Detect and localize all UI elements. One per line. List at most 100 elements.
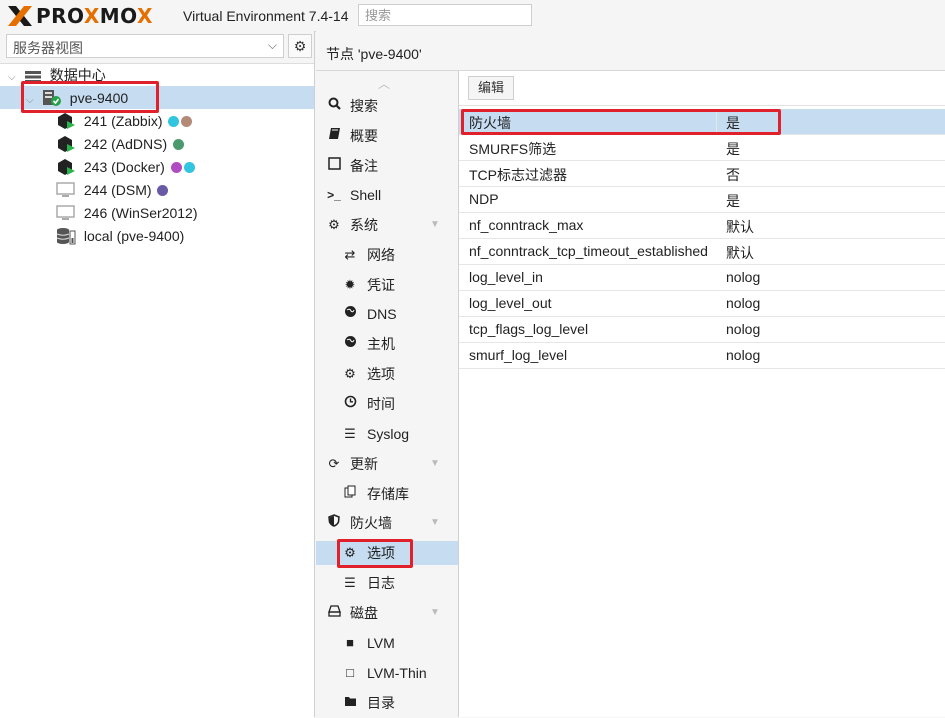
property-value: nolog (726, 269, 761, 285)
tag-dot (183, 162, 195, 173)
gear-icon: ⚙ (344, 545, 356, 560)
property-key: NDP (469, 191, 499, 207)
property-key: 防火墙 (469, 115, 511, 131)
clock-icon (342, 392, 358, 416)
list-icon: ☰ (344, 426, 356, 441)
nav-item-certificates[interactable]: ✹ 凭证 (316, 273, 458, 297)
nav-item-time[interactable]: 时间 (316, 392, 458, 416)
resource-tree-panel: 服务器视图 ⌵ ⚙ ⌵ 数据中心 ⌵ pve-9400 241 (Zabbix)… (0, 31, 315, 718)
property-key: tcp_flags_log_level (469, 321, 589, 337)
edit-button[interactable]: 编辑 (468, 76, 515, 100)
group-collapse-chevron-icon[interactable]: ▼ (430, 601, 440, 625)
property-row[interactable]: smurf_log_level nolog (459, 343, 945, 369)
vm-stopped-monitor-icon (56, 182, 75, 197)
view-settings-gear-icon[interactable]: ⚙ (288, 34, 312, 58)
property-row[interactable]: nf_conntrack_tcp_timeout_established 默认 (459, 239, 945, 265)
nav-item-dns[interactable]: DNS (316, 302, 458, 326)
nav-item-label: Shell (350, 187, 382, 203)
property-value: 默认 (726, 245, 754, 261)
global-search-input[interactable] (358, 4, 532, 26)
nav-item-label: DNS (367, 306, 397, 322)
group-collapse-chevron-icon[interactable]: ▼ (430, 511, 440, 535)
tree-item-vm-244[interactable]: 244 (DSM) (56, 179, 169, 201)
tag-dot (157, 185, 169, 196)
tree-item-storage[interactable]: local (pve-9400) (56, 225, 184, 247)
nav-item-label: 主机 (367, 336, 395, 352)
nav-item-search[interactable]: 搜索 (316, 94, 458, 118)
nav-item-lvm[interactable]: ■ LVM (316, 631, 458, 655)
property-row[interactable]: log_level_out nolog (459, 291, 945, 317)
property-row[interactable]: TCP标志过滤器 否 (459, 161, 945, 187)
logo-text: PROXMOX (36, 4, 153, 28)
property-row[interactable]: nf_conntrack_max 默认 (459, 213, 945, 239)
property-row[interactable]: log_level_in nolog (459, 265, 945, 291)
nav-item-label: 备注 (350, 158, 378, 174)
nav-item-label: 网络 (367, 247, 395, 263)
nav-item-label: 搜索 (350, 98, 378, 114)
tree-item-vm-242[interactable]: 242 (AdDNS) (56, 133, 185, 155)
vm-running-icon (58, 159, 75, 175)
tree-item-label: 244 (DSM) (83, 182, 152, 198)
nav-item-system[interactable]: ⚙ 系统 ▼ (316, 213, 458, 237)
property-key: nf_conntrack_tcp_timeout_established (469, 243, 708, 259)
nav-item-system-options[interactable]: ⚙ 选项 (316, 362, 458, 386)
tree-item-vm-243[interactable]: 243 (Docker) (56, 156, 195, 178)
property-row-firewall[interactable]: 防火墙 是 (459, 109, 945, 135)
nav-item-network[interactable]: ⇄ 网络 (316, 243, 458, 267)
proxmox-logo[interactable]: PROXMOX (6, 4, 153, 28)
property-row[interactable]: SMURFS筛选 是 (459, 135, 945, 161)
nav-item-disks[interactable]: 磁盘 ▼ (316, 601, 458, 625)
nav-item-hosts[interactable]: 主机 (316, 332, 458, 356)
nav-item-label: 更新 (350, 456, 378, 472)
property-row[interactable]: NDP 是 (459, 187, 945, 213)
nav-item-label: 目录 (367, 695, 395, 711)
globe-icon (342, 302, 358, 326)
nav-item-label: 日志 (367, 575, 395, 591)
nav-item-notes[interactable]: 备注 (316, 154, 458, 178)
collapse-chevron-icon[interactable]: ⌵ (26, 90, 38, 112)
hdd-icon (326, 601, 342, 625)
nav-item-summary[interactable]: 概要 (316, 124, 458, 148)
nav-item-label: 存储库 (367, 486, 409, 502)
nav-item-label: 防火墙 (350, 515, 392, 531)
group-collapse-chevron-icon[interactable]: ▼ (430, 213, 440, 237)
tree-item-vm-246[interactable]: 246 (WinSer2012) (56, 202, 198, 224)
tree-item-label: 241 (Zabbix) (83, 113, 163, 129)
nav-item-label: 选项 (367, 545, 395, 561)
property-key: smurf_log_level (469, 347, 568, 363)
node-online-icon (42, 90, 61, 106)
view-selector[interactable]: 服务器视图 ⌵ (6, 34, 284, 58)
nav-item-shell[interactable]: >_ Shell (316, 183, 458, 207)
tree-item-node[interactable]: ⌵ pve-9400 (26, 87, 128, 109)
nav-item-firewall-options[interactable]: ⚙ 选项 (316, 541, 458, 565)
nav-item-firewall-log[interactable]: ☰ 日志 (316, 571, 458, 595)
nav-item-updates[interactable]: ⟳ 更新 ▼ (316, 452, 458, 476)
group-collapse-chevron-icon[interactable]: ▼ (430, 452, 440, 476)
property-value: 是 (726, 141, 740, 157)
nav-item-firewall[interactable]: 防火墙 ▼ (316, 511, 458, 535)
nav-item-label: 磁盘 (350, 605, 378, 621)
version-label: Virtual Environment 7.4-14 (183, 8, 349, 24)
tree-item-vm-241[interactable]: 241 (Zabbix) (56, 110, 193, 132)
nav-item-repositories[interactable]: 存储库 (316, 482, 458, 506)
scroll-up-icon[interactable]: ︿ (378, 75, 390, 92)
toolbar-divider (459, 105, 945, 106)
nav-item-label: 凭证 (367, 277, 395, 293)
resource-tree: ⌵ 数据中心 ⌵ pve-9400 241 (Zabbix) 242 (AdDN… (0, 63, 314, 718)
tree-item-datacenter[interactable]: ⌵ 数据中心 (8, 64, 106, 86)
nav-item-syslog[interactable]: ☰ Syslog (316, 422, 458, 446)
property-row[interactable]: tcp_flags_log_level nolog (459, 317, 945, 343)
exchange-icon: ⇄ (344, 247, 356, 262)
tag-dot (173, 139, 185, 150)
nav-item-directory[interactable]: 目录 (316, 691, 458, 715)
proxmox-x-icon (8, 6, 32, 26)
tree-item-label: local (pve-9400) (83, 228, 185, 244)
terminal-icon: >_ (327, 188, 341, 202)
property-value: nolog (726, 347, 761, 363)
gear-icon: ⚙ (344, 366, 356, 381)
node-side-nav: ︿ 搜索 概要 备注 >_ Shell ⚙ 系统 ▼ ⇄ 网络 ✹ 凭证 DNS… (316, 71, 459, 717)
property-value: 是 (726, 115, 740, 131)
nav-item-lvm-thin[interactable]: □ LVM-Thin (316, 661, 458, 685)
firewall-options-panel: 编辑 防火墙 是 SMURFS筛选 是 TCP标志过滤器 否 NDP 是 nf_… (459, 71, 945, 717)
main-panel: 节点 'pve-9400' ︿ 搜索 概要 备注 >_ Shell ⚙ 系统 ▼… (316, 31, 945, 717)
